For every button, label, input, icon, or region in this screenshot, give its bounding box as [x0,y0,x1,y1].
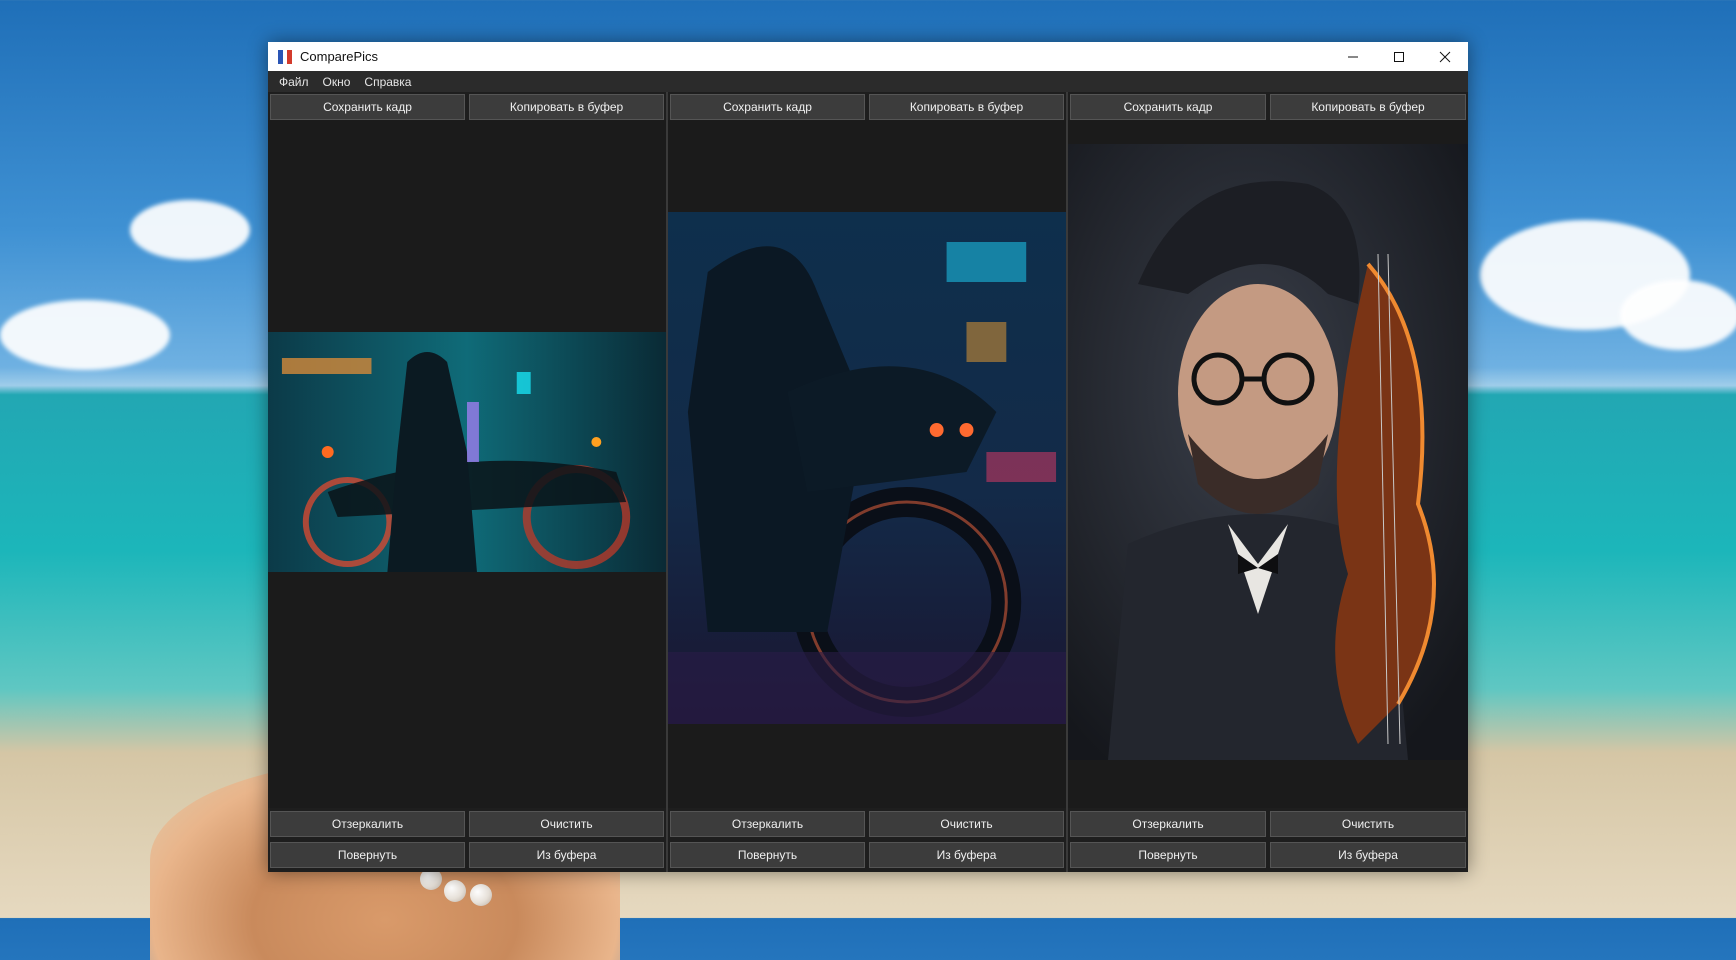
menu-bar: Файл Окно Справка [268,71,1468,92]
title-bar[interactable]: ComparePics [268,42,1468,71]
app-window: ComparePics Файл Окно Справка Сохранить … [268,42,1468,872]
image-viewer[interactable] [268,120,666,808]
close-icon [1439,51,1451,62]
pearl [470,884,492,906]
mirror-button[interactable]: Отзеркалить [270,811,465,837]
mirror-button[interactable]: Отзеркалить [670,811,865,837]
image-cyberpunk-rider [268,332,666,572]
rotate-button[interactable]: Повернуть [270,842,465,868]
image-viewer[interactable] [1068,120,1468,808]
image-night-biker [668,212,1066,724]
paste-from-clipboard-button[interactable]: Из буфера [869,842,1064,868]
copy-to-clipboard-button[interactable]: Копировать в буфер [1270,94,1466,120]
clear-button[interactable]: Очистить [869,811,1064,837]
panels: Сохранить кадр Копировать в буфер Отзерк… [268,92,1468,872]
cloud [0,300,170,370]
clear-button[interactable]: Очистить [469,811,664,837]
cloud [1620,280,1736,350]
copy-to-clipboard-button[interactable]: Копировать в буфер [469,94,664,120]
paste-from-clipboard-button[interactable]: Из буфера [469,842,664,868]
image-cellist-portrait [1068,144,1468,760]
panel-2: Сохранить кадр Копировать в буфер Отзерк… [668,92,1068,872]
mirror-button[interactable]: Отзеркалить [1070,811,1266,837]
menu-file[interactable]: Файл [272,75,316,89]
maximize-button[interactable] [1376,42,1422,71]
close-button[interactable] [1422,42,1468,71]
minimize-icon [1348,56,1358,57]
copy-to-clipboard-button[interactable]: Копировать в буфер [869,94,1064,120]
menu-window[interactable]: Окно [316,75,358,89]
menu-help[interactable]: Справка [357,75,418,89]
save-frame-button[interactable]: Сохранить кадр [1070,94,1266,120]
clear-button[interactable]: Очистить [1270,811,1466,837]
save-frame-button[interactable]: Сохранить кадр [670,94,865,120]
paste-from-clipboard-button[interactable]: Из буфера [1270,842,1466,868]
minimize-button[interactable] [1330,42,1376,71]
save-frame-button[interactable]: Сохранить кадр [270,94,465,120]
window-title: ComparePics [300,49,379,64]
cloud [130,200,250,260]
app-icon [278,49,293,64]
panel-3: Сохранить кадр Копировать в буфер Отзерк… [1068,92,1468,872]
rotate-button[interactable]: Повернуть [670,842,865,868]
image-viewer[interactable] [668,120,1066,808]
maximize-icon [1394,51,1404,62]
panel-1: Сохранить кадр Копировать в буфер Отзерк… [268,92,668,872]
rotate-button[interactable]: Повернуть [1070,842,1266,868]
pearl [444,880,466,902]
